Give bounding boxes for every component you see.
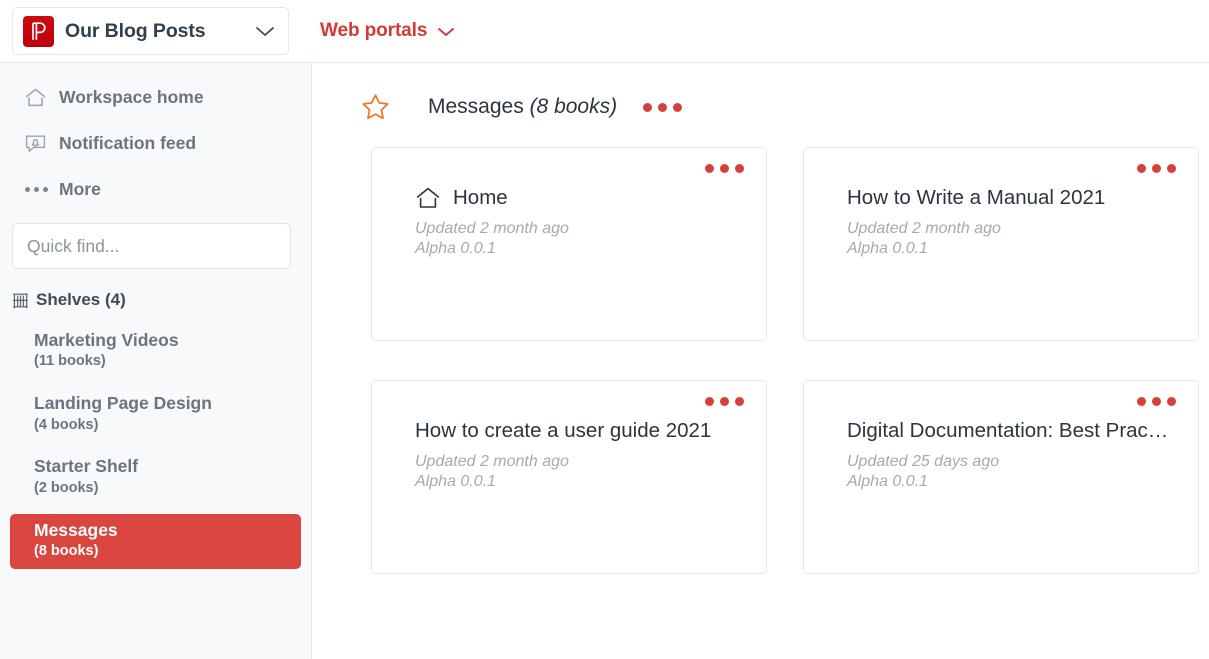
shelf-book-count: (8 books) <box>34 542 99 559</box>
card-updated: Updated 25 days ago <box>847 453 1000 470</box>
card-updated: Updated 2 month ago <box>847 220 1001 237</box>
page-title-count: (8 books) <box>529 95 618 118</box>
book-card[interactable]: How to create a user guide 2021 Updated … <box>371 380 767 574</box>
shelf-name: Landing Page Design <box>34 393 212 414</box>
card-meta: Updated 2 month ago Alpha 0.0.1 <box>847 219 1172 260</box>
body: Workspace home Notification feed More Qu… <box>0 63 1209 659</box>
card-updated: Updated 2 month ago <box>415 453 569 470</box>
workspace-title: Our Blog Posts <box>65 19 206 42</box>
quick-find-container <box>0 217 311 269</box>
book-card[interactable]: Home Updated 2 month ago Alpha 0.0.1 <box>371 147 767 341</box>
sidebar-item-label: Notification feed <box>59 132 197 153</box>
web-portals-label: Web portals <box>320 20 428 41</box>
sidebar-item-more[interactable]: More <box>0 171 311 207</box>
card-updated: Updated 2 month ago <box>415 220 569 237</box>
page-title-text: Messages <box>428 95 524 118</box>
ellipsis-icon <box>24 186 50 192</box>
shelf-name: Messages <box>34 519 118 540</box>
search-input[interactable] <box>12 223 291 269</box>
chevron-down-icon[interactable] <box>254 24 276 38</box>
shelf-item-landing-page-design[interactable]: Landing Page Design (4 books) <box>10 387 301 442</box>
shelves-header: Shelves (4) <box>0 290 311 310</box>
shelf-header: Messages (8 books) <box>312 87 1209 127</box>
card-title-row: Home <box>415 186 740 210</box>
star-outline-icon[interactable] <box>361 93 390 121</box>
card-version: Alpha 0.0.1 <box>847 473 928 491</box>
shelf-book-count: (2 books) <box>34 479 99 496</box>
app-root: Our Blog Posts Web portals Workspace hom… <box>0 0 1209 659</box>
main-content: Messages (8 books) Home Updated 2 month … <box>312 63 1209 659</box>
book-card[interactable]: How to Write a Manual 2021 Updated 2 mon… <box>803 147 1199 341</box>
card-version: Alpha 0.0.1 <box>415 473 496 491</box>
sidebar-item-label: More <box>59 178 101 199</box>
shelf-name: Marketing Videos <box>34 330 179 350</box>
blog-logo-icon <box>23 15 54 47</box>
card-menu-ellipsis-icon[interactable] <box>705 397 744 406</box>
web-portals-selector[interactable]: Web portals <box>320 20 456 42</box>
card-meta: Updated 2 month ago Alpha 0.0.1 <box>415 452 740 493</box>
page-title: Messages (8 books) <box>428 95 617 119</box>
top-bar: Our Blog Posts Web portals <box>0 0 1209 63</box>
card-meta: Updated 25 days ago Alpha 0.0.1 <box>847 452 1172 493</box>
home-icon <box>415 186 441 210</box>
card-title-row: Digital Documentation: Best Prac… <box>847 419 1172 443</box>
notification-bell-icon <box>24 133 50 154</box>
card-menu-ellipsis-icon[interactable] <box>1137 164 1176 173</box>
card-version: Alpha 0.0.1 <box>847 240 928 258</box>
shelf-item-marketing-videos[interactable]: Marketing Videos (11 books) <box>10 324 301 379</box>
sidebar-item-workspace-home[interactable]: Workspace home <box>0 79 311 115</box>
home-icon <box>24 87 50 108</box>
workspace-selector[interactable]: Our Blog Posts <box>12 7 289 55</box>
shelf-name: Starter Shelf <box>34 456 139 477</box>
book-card[interactable]: Digital Documentation: Best Prac… Update… <box>803 380 1199 574</box>
card-meta: Updated 2 month ago Alpha 0.0.1 <box>415 219 740 260</box>
sidebar: Workspace home Notification feed More Qu… <box>0 63 312 659</box>
shelf-item-messages[interactable]: Messages (8 books) <box>10 513 301 569</box>
card-title: How to Write a Manual 2021 <box>847 186 1106 209</box>
shelf-book-count: (4 books) <box>34 416 99 433</box>
shelf-item-starter-shelf[interactable]: Starter Shelf (2 books) <box>10 450 301 505</box>
sidebar-item-label: Workspace home <box>59 86 204 107</box>
shelf-list: Marketing Videos (11 books) Landing Page… <box>0 324 311 569</box>
card-title: Home <box>453 186 508 209</box>
shelves-label: Shelves (4) <box>36 290 126 309</box>
card-title: Digital Documentation: Best Prac… <box>847 419 1169 442</box>
card-menu-ellipsis-icon[interactable] <box>1137 397 1176 406</box>
card-version: Alpha 0.0.1 <box>415 240 496 258</box>
card-title: How to create a user guide 2021 <box>415 419 712 442</box>
bookshelf-icon <box>8 292 32 309</box>
sidebar-item-notification-feed[interactable]: Notification feed <box>0 125 311 161</box>
chevron-down-icon[interactable] <box>436 25 456 38</box>
book-card-grid: Home Updated 2 month ago Alpha 0.0.1 How… <box>312 147 1209 574</box>
card-menu-ellipsis-icon[interactable] <box>705 164 744 173</box>
card-title-row: How to Write a Manual 2021 <box>847 186 1172 210</box>
shelf-book-count: (11 books) <box>34 353 106 370</box>
card-title-row: How to create a user guide 2021 <box>415 419 740 443</box>
shelf-menu-ellipsis-icon[interactable] <box>643 102 683 112</box>
